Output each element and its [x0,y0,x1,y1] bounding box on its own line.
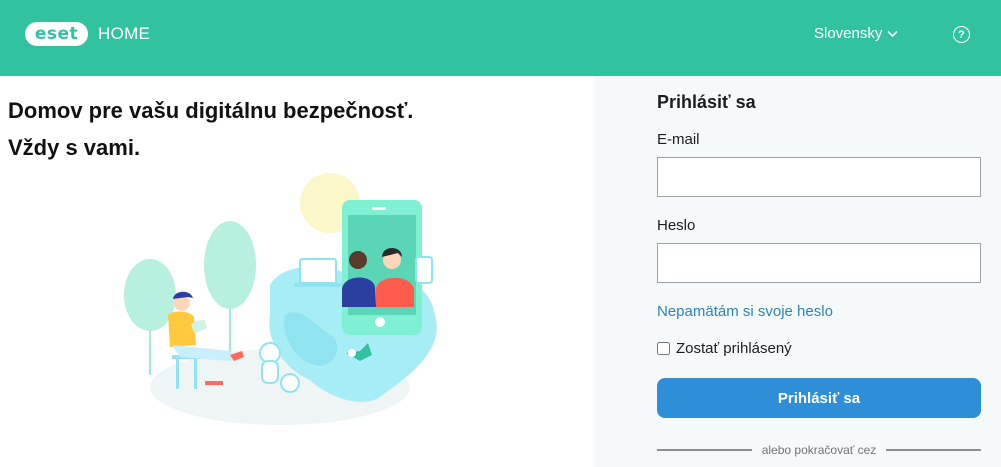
laptop-shape [299,258,337,284]
password-field[interactable] [657,243,981,283]
email-label: E-mail [657,131,700,148]
hero-line-1: Domov pre vašu digitálnu bezpečnosť. [8,98,414,123]
login-title: Prihlásiť sa [657,92,756,112]
login-button[interactable]: Prihlásiť sa [657,378,981,418]
remember-me-label: Zostať prihlásený [676,340,792,357]
language-selector[interactable]: Slovensky [814,25,898,42]
password-label: Heslo [657,217,696,234]
hero-headline: Domov pre vašu digitálnu bezpečnosť. Vžd… [8,92,413,166]
forgot-password-link[interactable]: Nepamätám si svoje heslo [657,303,833,320]
family-devices-illustration [124,173,437,425]
product-name: HOME [98,24,151,43]
language-label: Slovensky [814,25,883,42]
woman-body-shape [168,311,196,347]
chevron-down-icon [887,30,898,37]
remember-me-checkbox[interactable] [657,342,670,355]
eset-logo-text: eset [34,23,79,44]
remember-me[interactable]: Zostať prihlásený [657,340,792,357]
tree-left-shape [124,259,176,331]
divider-line-right [886,449,982,451]
divider-text: alebo pokračovať cez [761,443,877,457]
email-field[interactable] [657,157,981,197]
or-continue-divider: alebo pokračovať cez [657,443,982,457]
top-bar: eset HOME Slovensky ? [0,0,1001,76]
eset-home-logo[interactable]: eset HOME [25,22,150,46]
hero-line-2: Vždy s vami. [8,135,141,160]
eset-logo: eset [25,22,88,46]
help-icon-glyph: ? [958,28,965,41]
phone-shape [415,256,433,284]
divider-line-left [657,449,752,451]
man-head-shape [349,251,367,269]
help-icon[interactable]: ? [953,26,970,43]
tree-middle-shape [204,221,256,309]
